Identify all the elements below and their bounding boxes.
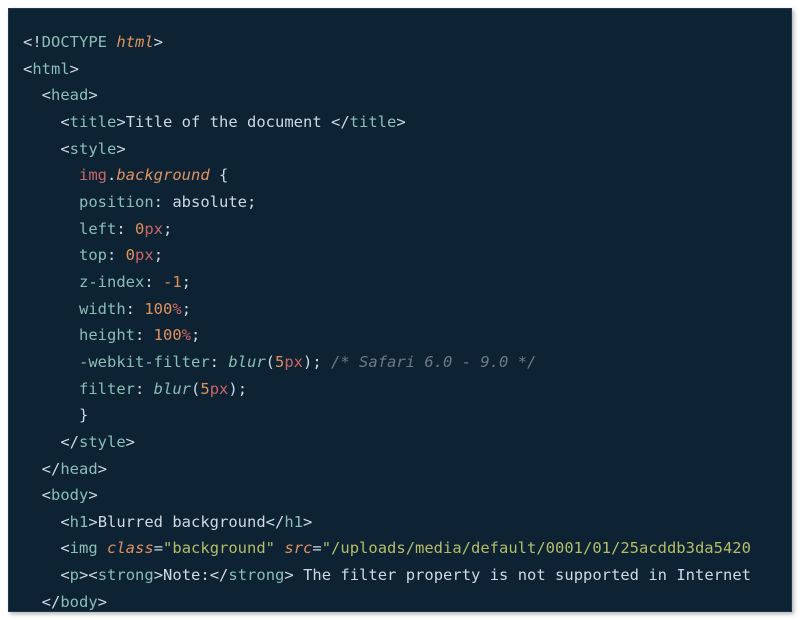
code-line: left: 0px; [23, 220, 172, 238]
code-line: height: 100%; [23, 326, 200, 344]
code-line: <h1>Blurred background</h1> [23, 513, 312, 531]
code-line: <style> [23, 140, 126, 158]
code-line: top: 0px; [23, 246, 163, 264]
code-line: } [23, 406, 88, 424]
code-line: z-index: -1; [23, 273, 191, 291]
code-editor[interactable]: <!DOCTYPE html> <html> <head> <title>Tit… [8, 8, 792, 612]
code-line: position: absolute; [23, 193, 256, 211]
code-line: </head> [23, 460, 107, 478]
code-line: </style> [23, 433, 135, 451]
code-line: filter: blur(5px); [23, 380, 247, 398]
code-line: <head> [23, 86, 98, 104]
code-line: width: 100%; [23, 300, 191, 318]
code-line: img.background { [23, 166, 228, 184]
code-line: <title>Title of the document </title> [23, 113, 406, 131]
code-line: <p><strong>Note:</strong> The filter pro… [23, 566, 751, 584]
code-line: <!DOCTYPE html> [23, 33, 163, 51]
code-line: </body> [23, 593, 107, 611]
code-line: -webkit-filter: blur(5px); /* Safari 6.0… [23, 353, 536, 371]
code-line: <html> [23, 60, 79, 78]
code-line: <body> [23, 486, 98, 504]
code-line: <img class="background" src="/uploads/me… [23, 539, 751, 557]
